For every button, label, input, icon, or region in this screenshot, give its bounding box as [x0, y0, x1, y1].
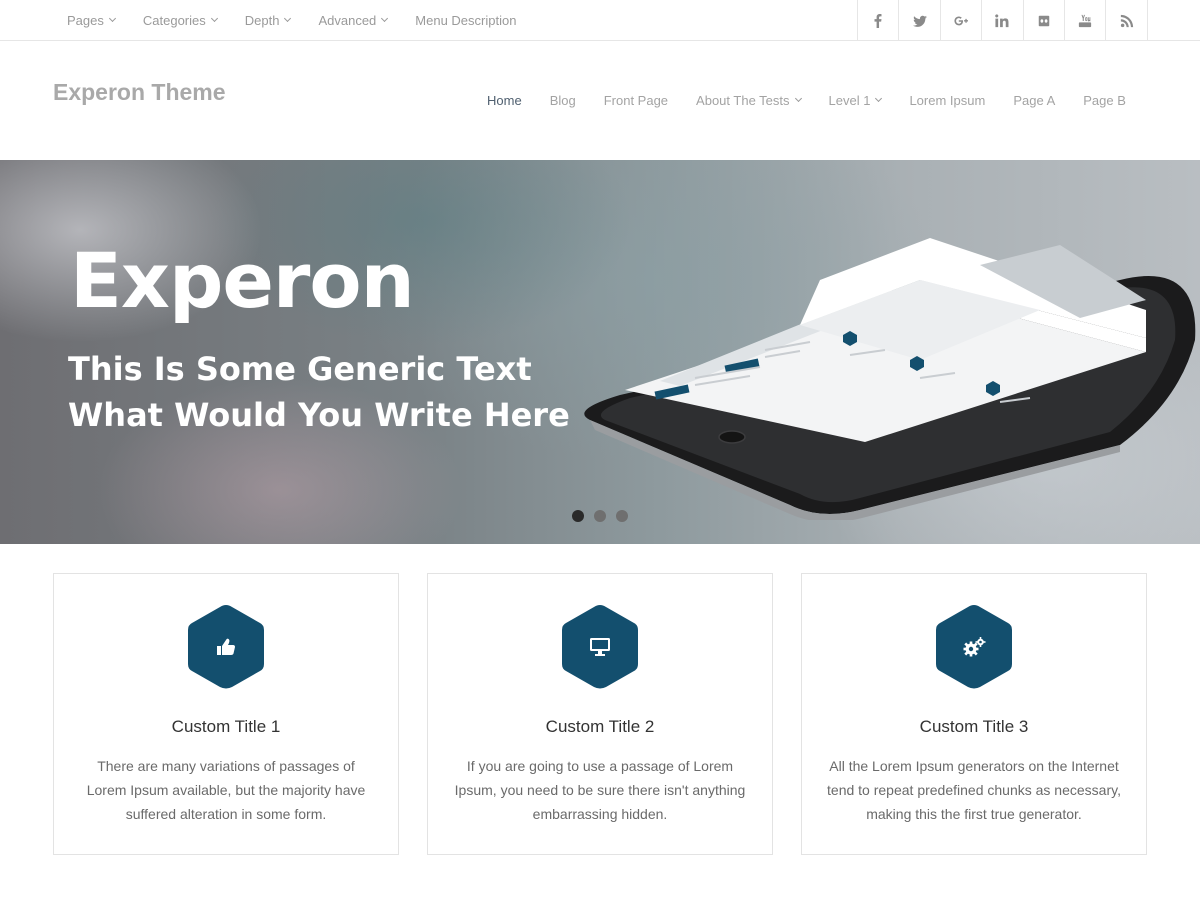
feature-text: All the Lorem Ipsum generators on the In… [827, 758, 1121, 822]
rss-icon[interactable] [1106, 0, 1148, 41]
top-menu-label: Depth [244, 12, 280, 28]
top-menu-label: Menu Description [415, 12, 517, 28]
monitor-icon [561, 604, 639, 690]
chevron-down-icon [875, 94, 883, 103]
hero-subtitle-line-2: What Would You Write Here [68, 396, 570, 434]
top-bar: Pages Categories Depth Advanced Menu Des… [0, 0, 1200, 41]
social-links [857, 0, 1148, 41]
top-menu-label: Advanced [318, 12, 377, 28]
hero-subtitle: This Is Some Generic Text What Would You… [68, 346, 570, 438]
feature-text: There are many variations of passages of… [86, 758, 366, 822]
nav-item-label: Page A [1013, 92, 1056, 108]
gears-icon [935, 604, 1013, 690]
feature-hex-1 [187, 604, 265, 690]
nav-item-label: Blog [549, 92, 576, 108]
nav-item-level-1[interactable]: Level 1 [828, 92, 883, 108]
top-menu-label: Pages [67, 12, 104, 28]
nav-item-page-a[interactable]: Page A [1013, 93, 1055, 108]
feature-title: Custom Title 1 [171, 717, 281, 736]
facebook-icon[interactable] [858, 0, 900, 41]
google-plus-icon[interactable] [941, 0, 983, 41]
chevron-down-icon [210, 14, 218, 23]
hero-title: Experon [70, 236, 415, 325]
chevron-down-icon [108, 14, 116, 23]
linkedin-icon[interactable] [982, 0, 1024, 41]
feature-hex-3 [935, 604, 1013, 690]
feature-card-2: Custom Title 2 If you are going to use a… [427, 573, 773, 855]
site-logo[interactable]: Experon Theme [53, 79, 226, 106]
top-menu: Pages Categories Depth Advanced Menu Des… [67, 0, 544, 40]
top-menu-label: Categories [142, 12, 206, 28]
feature-card-3: Custom Title 3 All the Lorem Ipsum gener… [801, 573, 1147, 855]
chevron-down-icon [284, 14, 292, 23]
feature-text: If you are going to use a passage of Lor… [454, 758, 746, 822]
nav-item-lorem-ipsum[interactable]: Lorem Ipsum [909, 93, 985, 108]
youtube-icon[interactable] [1065, 0, 1107, 41]
tablet-illustration [584, 238, 1196, 520]
feature-title: Custom Title 2 [545, 717, 655, 736]
thumbs-up-icon [187, 604, 265, 690]
nav-item-home[interactable]: Home [487, 93, 522, 108]
main-nav: Home Blog Front Page About The Tests Lev… [487, 88, 1126, 112]
feature-card-1: Custom Title 1 There are many variations… [53, 573, 399, 855]
feature-hex-2 [561, 604, 639, 690]
nav-item-label: Page B [1083, 92, 1126, 108]
slider-dot[interactable] [594, 510, 606, 522]
nav-item-page-b[interactable]: Page B [1083, 93, 1126, 108]
nav-item-about-the-tests[interactable]: About The Tests [696, 92, 802, 108]
top-menu-item-menu-description[interactable]: Menu Description [415, 13, 516, 28]
chevron-down-icon [381, 14, 389, 23]
slider-dot[interactable] [616, 510, 628, 522]
chevron-down-icon [794, 94, 802, 103]
nav-item-label: Home [487, 92, 522, 108]
top-menu-item-advanced[interactable]: Advanced [318, 12, 389, 28]
nav-item-blog[interactable]: Blog [550, 93, 576, 108]
hero-slider: Experon This Is Some Generic Text What W… [0, 160, 1200, 544]
nav-item-front-page[interactable]: Front Page [604, 93, 668, 108]
nav-item-label: Lorem Ipsum [909, 92, 986, 108]
top-menu-item-categories[interactable]: Categories [142, 12, 218, 28]
flickr-icon[interactable] [1024, 0, 1065, 41]
nav-item-label: Front Page [603, 92, 669, 108]
top-menu-item-pages[interactable]: Pages [67, 12, 116, 28]
slider-dot[interactable] [572, 510, 584, 522]
nav-item-label: Level 1 [828, 92, 871, 108]
nav-item-label: About The Tests [696, 92, 790, 108]
top-menu-item-depth[interactable]: Depth [244, 12, 292, 28]
slider-pagination [572, 510, 638, 522]
feature-title: Custom Title 3 [919, 717, 1029, 736]
twitter-icon[interactable] [899, 0, 941, 41]
hero-subtitle-line-1: This Is Some Generic Text [68, 350, 532, 388]
